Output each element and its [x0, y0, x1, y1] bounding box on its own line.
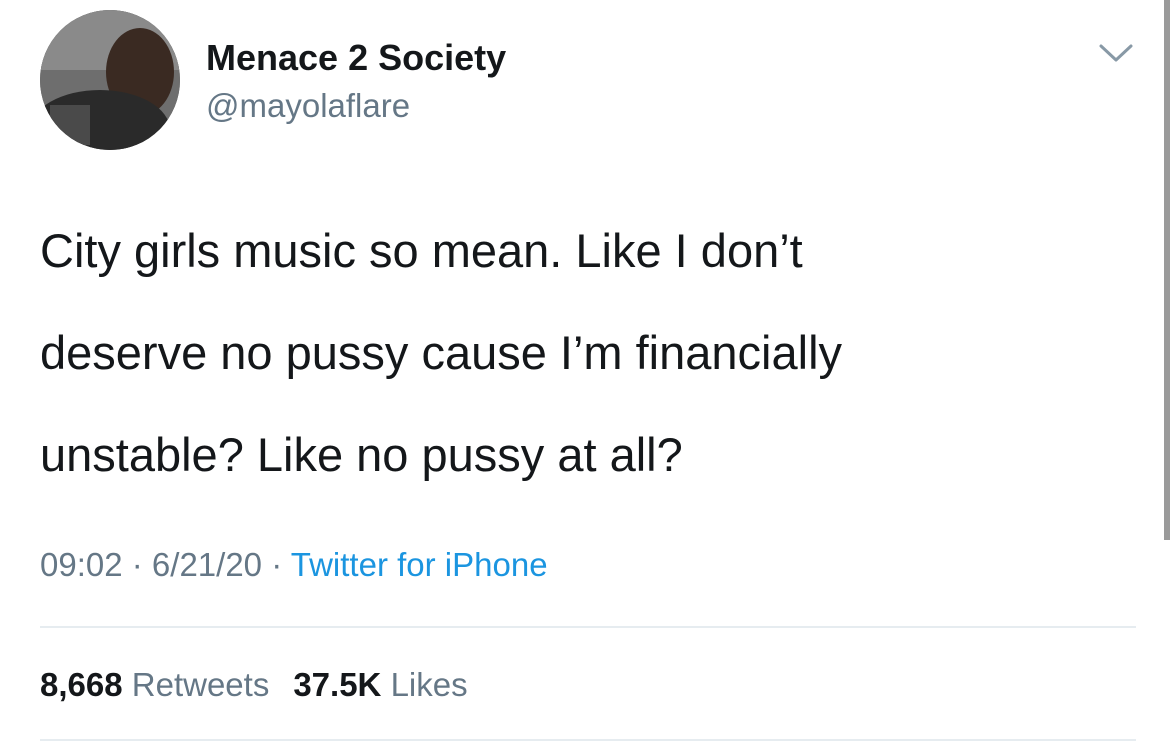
tweet-time[interactable]: 09:02	[40, 546, 123, 583]
tweet-text-line: deserve no pussy cause I’m financially	[40, 326, 843, 379]
tweet-source-link[interactable]: Twitter for iPhone	[291, 546, 548, 583]
scrollbar[interactable]	[1164, 0, 1170, 540]
avatar-photo	[40, 10, 180, 150]
user-handle[interactable]: @mayolaflare	[206, 86, 410, 126]
meta-separator: ·	[262, 546, 291, 583]
tweet-text-line: City girls music so mean. Like I don’t	[40, 224, 803, 277]
meta-separator: ·	[122, 546, 152, 583]
divider	[40, 739, 1136, 741]
avatar[interactable]	[40, 10, 180, 150]
retweets-count: 8,668	[40, 666, 123, 703]
tweet-meta: 09:02 · 6/21/20 · Twitter for iPhone	[40, 542, 548, 588]
likes-count: 37.5K	[293, 666, 382, 703]
tweet-text-line: unstable? Like no pussy at all?	[40, 428, 683, 481]
tweet-text: City girls music so mean. Like I don’t d…	[40, 200, 1130, 506]
retweets-label: Retweets	[131, 666, 270, 703]
likes-label: Likes	[390, 666, 468, 703]
display-name[interactable]: Menace 2 Society	[206, 36, 506, 80]
chevron-down-icon	[1098, 42, 1134, 69]
retweets-stat[interactable]: 8,668 Retweets	[40, 666, 269, 703]
likes-stat[interactable]: 37.5K Likes	[293, 666, 467, 703]
divider	[40, 626, 1136, 628]
tweet-date[interactable]: 6/21/20	[152, 546, 262, 583]
more-options-button[interactable]	[1094, 36, 1138, 74]
tweet-stats: 8,668 Retweets 37.5K Likes	[40, 662, 492, 708]
